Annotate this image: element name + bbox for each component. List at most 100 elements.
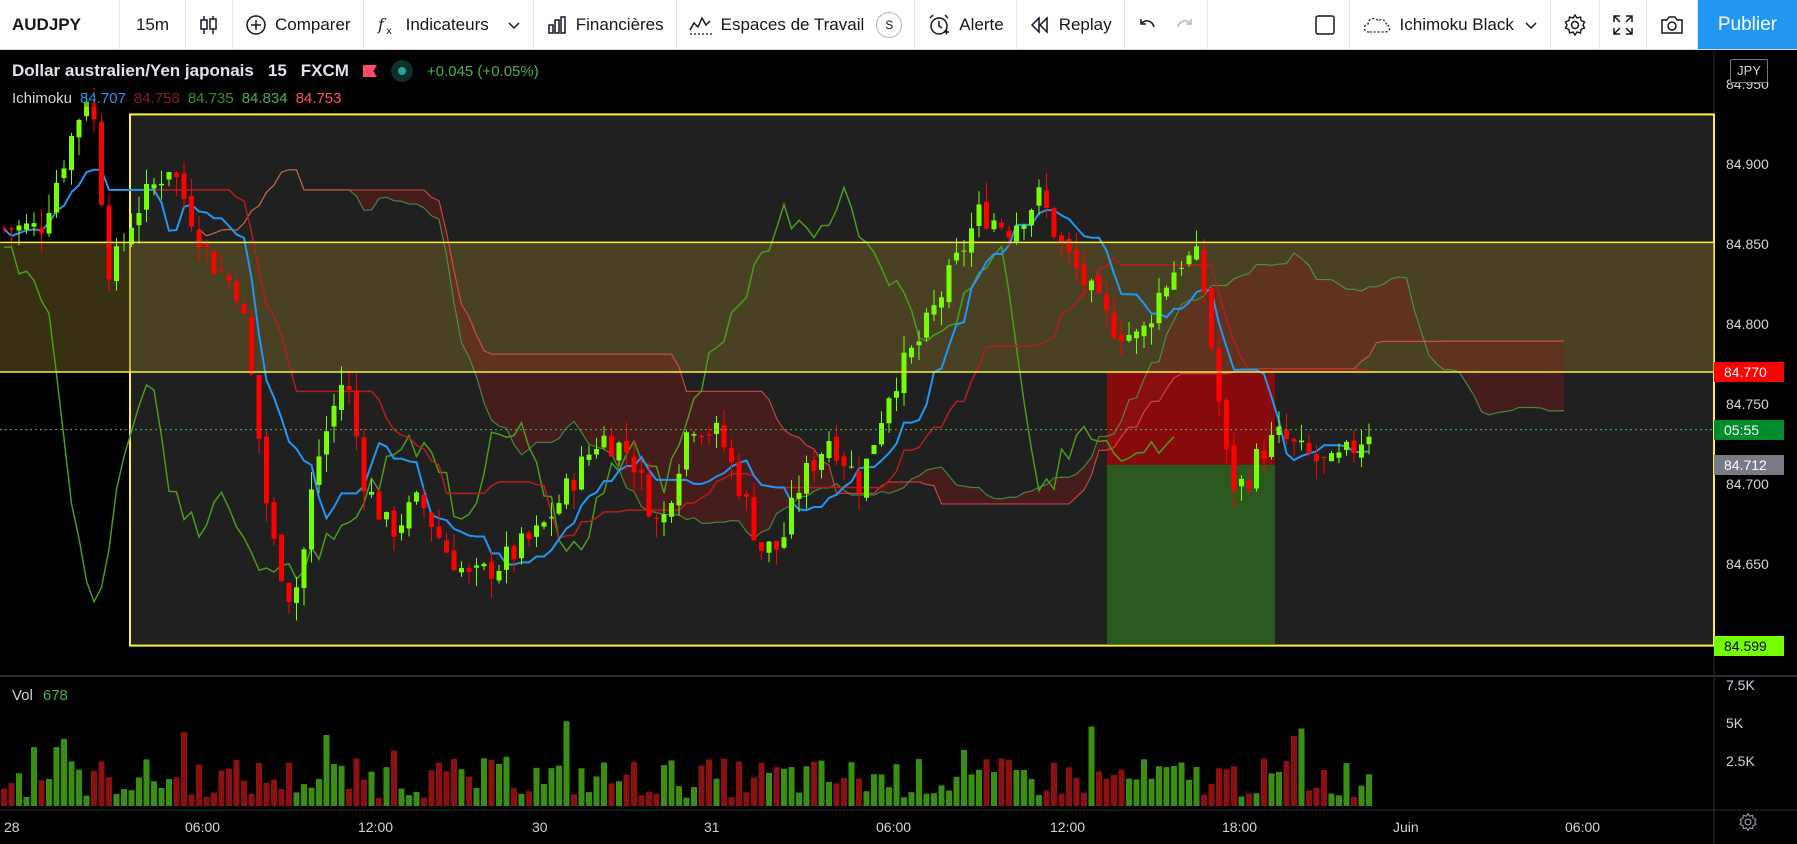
candle-body [924, 312, 929, 338]
candle-body [624, 441, 629, 453]
candle-body [1254, 449, 1259, 489]
symbol-legend[interactable]: Dollar australien/Yen japonais 15 FXCM +… [12, 60, 539, 82]
candle-body [1299, 440, 1304, 443]
volume-bar [698, 765, 705, 806]
candle-body [1, 227, 7, 229]
expand-icon [1613, 14, 1633, 35]
volume-bar [136, 777, 142, 806]
volume-bar [286, 762, 292, 806]
candle-body [136, 213, 142, 226]
candle-body [444, 540, 449, 553]
candle-body [939, 297, 944, 308]
candle-body [414, 492, 419, 502]
volume-legend[interactable]: Vol 678 [12, 687, 68, 704]
candle [871, 444, 877, 455]
volume-bar [271, 779, 277, 806]
volume-bar [113, 793, 120, 806]
settings-button[interactable] [1551, 0, 1600, 49]
volume-bar [301, 784, 307, 806]
time-tick-label: 06:00 [876, 819, 911, 835]
time-tick-label: 12:00 [1050, 819, 1085, 835]
volume-bar [601, 762, 607, 806]
volume-bar [1313, 787, 1320, 806]
volume-bar [706, 759, 712, 806]
time-tick-label: 06:00 [1565, 819, 1600, 835]
volume-bar [1223, 769, 1230, 806]
candle-body [166, 172, 172, 180]
volume-bar [871, 774, 877, 806]
volume-bar [458, 769, 465, 806]
candle-body [466, 568, 472, 573]
chart-area[interactable]: 84.950 84.900 84.850 84.800 84.750 84.700 84.6… [0, 50, 1797, 844]
publish-button[interactable]: Publier [1697, 0, 1797, 49]
volume-bar [758, 762, 765, 806]
candle-body [249, 317, 254, 375]
candle-body [1359, 444, 1364, 458]
volume-bar [661, 765, 667, 806]
volume-bar [421, 797, 427, 806]
interval-button[interactable]: 15m [120, 0, 186, 49]
candle-body [391, 510, 397, 537]
ichimoku-value-senkou-b: 84.753 [295, 90, 342, 107]
candle-body [1284, 429, 1289, 440]
volume-bar [841, 777, 847, 806]
candle-body [1111, 312, 1117, 338]
candle-body [781, 537, 787, 548]
undo-icon[interactable] [1137, 15, 1157, 35]
axis-settings-gear-icon[interactable] [1738, 812, 1758, 832]
indicators-button[interactable]: fx Indicateurs [364, 0, 534, 49]
price-tick-label: 84.650 [1726, 556, 1769, 572]
candle-body [871, 445, 877, 454]
candle-body [1366, 436, 1372, 445]
volume-bar [728, 797, 735, 806]
volume-bar [473, 787, 480, 806]
candle-body [646, 474, 652, 517]
candle-body [834, 436, 839, 461]
candle-body [204, 243, 209, 247]
workspaces-button[interactable]: Espaces de Travail S [677, 0, 916, 49]
symbol-search-button[interactable]: AUDJPY [0, 0, 120, 49]
candle [1051, 206, 1057, 240]
price-tick-label: 84.850 [1726, 236, 1769, 252]
candle-body [219, 270, 224, 272]
chart-type-button[interactable] [186, 0, 233, 49]
price-tick-label: 84.900 [1726, 156, 1769, 172]
candle [1254, 443, 1259, 492]
volume-bar [1343, 763, 1350, 806]
candle-body [1231, 445, 1237, 491]
volume-bar [548, 768, 555, 806]
replay-button[interactable]: Replay [1017, 0, 1125, 49]
ichimoku-legend[interactable]: Ichimoku 84.707 84.758 84.735 84.834 84.… [12, 90, 350, 107]
volume-bar [1, 788, 7, 806]
flag-icon[interactable] [362, 65, 377, 77]
volume-bar [593, 776, 600, 806]
candle-body [969, 228, 974, 253]
redo-icon[interactable] [1175, 15, 1195, 35]
replay-label: Replay [1058, 14, 1112, 34]
bar-chart-icon [548, 15, 566, 34]
fullscreen-button[interactable] [1600, 0, 1647, 49]
market-status-icon[interactable] [390, 60, 413, 82]
financials-button[interactable]: Financières [534, 0, 677, 49]
fullscreen-square-button[interactable] [1301, 0, 1350, 49]
volume-bar [383, 767, 390, 806]
currency-badge[interactable]: JPY [1730, 59, 1768, 83]
alert-button[interactable]: Alerte [915, 0, 1017, 49]
candle-body [9, 228, 14, 230]
candle-body [796, 492, 802, 499]
compare-button[interactable]: Comparer [233, 0, 364, 49]
volume-bar [1276, 771, 1282, 806]
candle-body [774, 541, 779, 550]
chart-canvas[interactable]: 84.95084.90084.85084.80084.75084.70084.6… [0, 50, 1797, 844]
candle-body [1021, 225, 1027, 229]
candle-body [954, 252, 959, 261]
candle-body [1074, 249, 1079, 269]
layout-button[interactable]: Ichimoku Black [1350, 0, 1551, 49]
snapshot-button[interactable] [1647, 0, 1698, 49]
volume-bar [1006, 760, 1012, 806]
volume-bar [211, 792, 217, 806]
candle-body [226, 275, 232, 281]
candle-body [699, 435, 704, 438]
volume-bar [1351, 797, 1357, 806]
volume-bar [436, 762, 442, 806]
